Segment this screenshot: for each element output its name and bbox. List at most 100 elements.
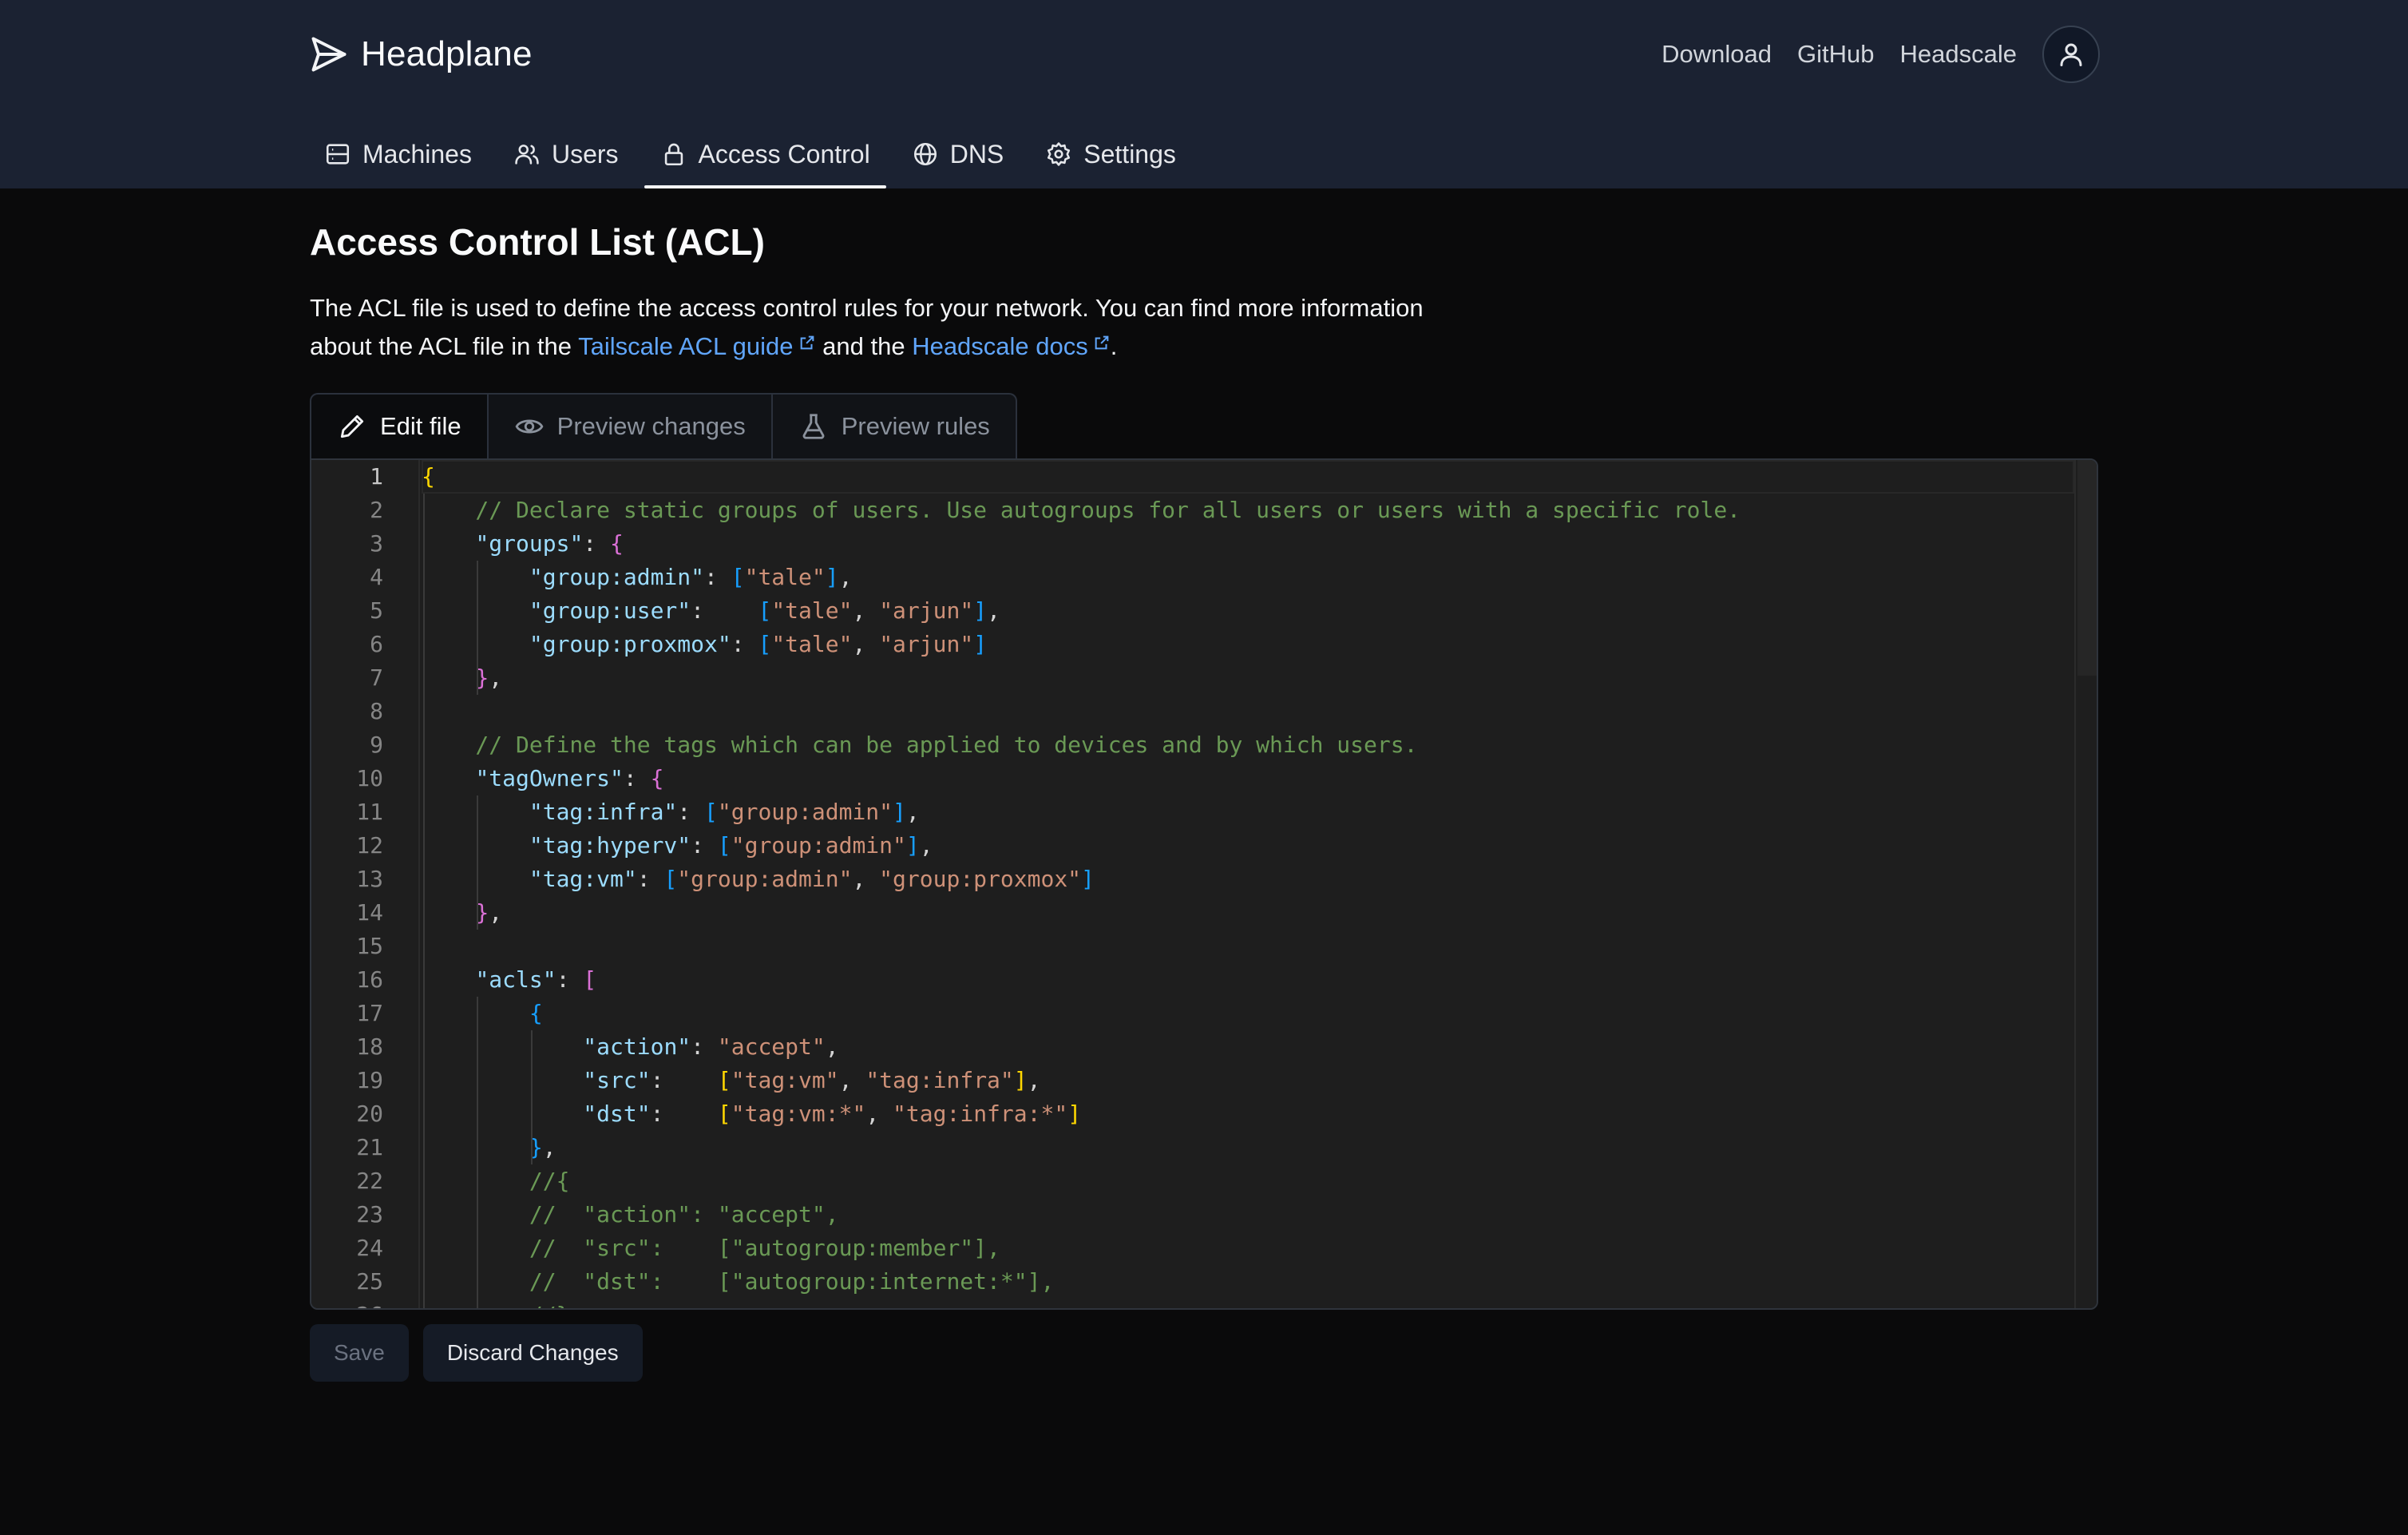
acl-code-editor[interactable]: 1 2 3 4 5 6 7 8 9 10 11 12 13 14 15 16 17 18 19 20 21 22 23 24 2… [310,458,2098,1310]
code-token: : [583,530,611,557]
line-number: 5 [370,597,383,624]
code-token: "group:admin" [731,832,906,859]
editor-tabs: Edit file Preview changes Preview rules [310,393,1017,458]
tailscale-acl-guide-link[interactable]: Tailscale ACL guide [578,332,815,360]
indent-guide [477,795,479,930]
code-token: //}, [422,1302,583,1308]
code-line: "src": ["tag:vm", "tag:infra"], [422,1064,1040,1097]
code-token: , [987,597,1000,624]
code-token: : [650,1067,718,1093]
code-token: "group:proxmox" [879,866,1082,892]
tab-machines-label: Machines [362,139,472,169]
code-line: { [422,997,543,1030]
code-token: "groups" [475,530,584,557]
line-number: 16 [356,966,383,993]
tab-settings[interactable]: Settings [1029,120,1192,188]
code-token: "accept" [717,1033,826,1060]
indent-guide [477,997,479,1308]
code-line: "tag:hyperv": ["group:admin"], [422,829,933,863]
tab-preview-changes[interactable]: Preview changes [486,393,773,458]
code-token: : [677,799,705,825]
tab-edit-file[interactable]: Edit file [310,393,489,458]
code-token: : [691,597,758,624]
line-number: 23 [356,1201,383,1228]
save-button[interactable]: Save [310,1324,409,1382]
code-token: [ [717,1101,731,1127]
scrollbar-thumb[interactable] [2077,460,2097,676]
line-number: 1 [370,463,383,490]
code-token: , [1027,1067,1041,1093]
line-number: 7 [370,664,383,691]
users-icon [515,145,539,165]
code-area[interactable]: { // Declare static groups of users. Use… [422,460,2074,1308]
headscale-docs-link[interactable]: Headscale docs [912,332,1111,360]
code-line: // Declare static groups of users. Use a… [422,494,1741,527]
action-buttons: Save Discard Changes [310,1324,643,1382]
page-description: The ACL file is used to define the acces… [310,289,1428,366]
user-icon [2060,43,2082,66]
line-number-gutter: 1 2 3 4 5 6 7 8 9 10 11 12 13 14 15 16 17 18 19 20 21 22 23 24 2… [311,460,420,1308]
globe-icon [913,142,937,166]
tab-preview-rules[interactable]: Preview rules [770,393,1017,458]
code-token: [ [704,799,718,825]
top-links: Download GitHub Headscale [1661,26,2100,83]
lock-icon [664,143,683,166]
tab-dns[interactable]: DNS [896,120,1020,188]
code-line: "group:admin": ["tale"], [422,561,853,594]
code-token: , [542,1134,556,1160]
pencil-icon [340,414,364,438]
tab-access-control[interactable]: Access Control [644,120,886,188]
code-token: "tale" [771,597,853,624]
code-token: "tale" [744,564,826,590]
code-token: ] [1081,866,1095,892]
tab-dns-label: DNS [949,139,1004,169]
brand[interactable]: Headplane [308,32,533,77]
code-token: //{ [422,1168,570,1194]
code-token: "dst" [583,1101,651,1127]
line-number: 13 [356,866,383,892]
code-token: "group:proxmox" [529,631,731,657]
app-name: Headplane [361,34,533,73]
headscale-docs-label: Headscale docs [912,332,1088,360]
tab-users[interactable]: Users [497,120,635,188]
code-token: "arjun" [879,631,974,657]
code-line: "group:proxmox": ["tale", "arjun"] [422,628,987,661]
code-token: [ [663,866,678,892]
user-menu-button[interactable] [2042,26,2100,83]
code-token: [ [717,1067,731,1093]
code-line: "action": "accept", [422,1030,839,1064]
intro-text-2: and the [822,332,905,360]
app-header: Headplane Download GitHub Headscale Mach… [0,0,2408,188]
code-line: //{ [422,1164,570,1198]
line-number: 20 [356,1101,383,1127]
headscale-link[interactable]: Headscale [1900,40,2017,69]
code-token: // "src": ["autogroup:member"], [422,1235,1000,1261]
code-line: // Define the tags which can be applied … [422,728,1417,762]
code-token: "tagOwners" [475,765,624,791]
github-link[interactable]: GitHub [1797,40,1874,69]
code-token: ] [973,597,988,624]
code-token: "tag:vm" [731,1067,839,1093]
download-link[interactable]: Download [1661,40,1772,69]
line-number: 14 [356,899,383,926]
code-token: [ [758,597,772,624]
editor-scrollbar[interactable] [2074,460,2097,1308]
line-number: 10 [356,765,383,791]
code-token: { [422,463,435,490]
code-token: : [556,966,584,993]
code-token: "tag:infra:*" [893,1101,1068,1127]
code-token: "arjun" [879,597,974,624]
code-line: "group:user": ["tale", "arjun"], [422,594,1000,628]
code-token: , [825,1033,839,1060]
code-token: // "dst": ["autogroup:internet:*"], [422,1268,1055,1295]
code-line: "dst": ["tag:vm:*", "tag:infra:*"] [422,1097,1081,1131]
discard-changes-button[interactable]: Discard Changes [422,1324,643,1382]
code-token: [ [758,631,772,657]
code-token: "tag:vm:*" [731,1101,866,1127]
code-token: "tag:vm" [529,866,637,892]
tab-machines[interactable]: Machines [308,120,488,188]
